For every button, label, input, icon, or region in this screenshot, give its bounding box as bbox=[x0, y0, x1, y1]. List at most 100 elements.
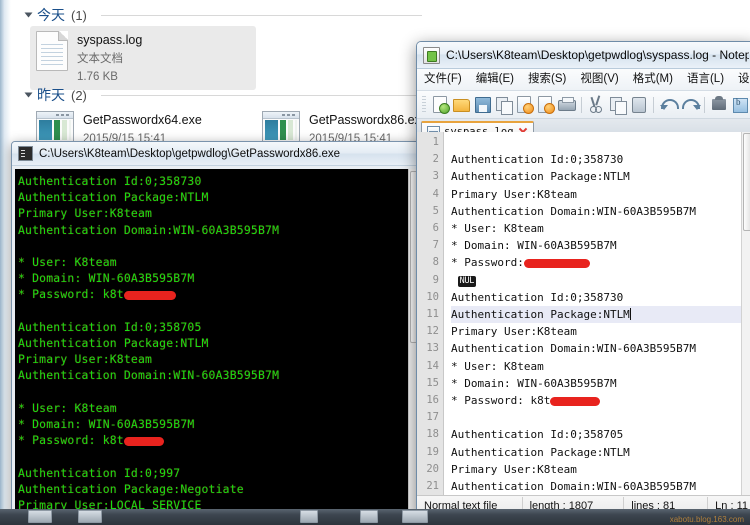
menu-edit[interactable]: 编辑(E) bbox=[469, 69, 521, 90]
open-file-icon[interactable] bbox=[452, 95, 471, 114]
notepad-toolbar[interactable] bbox=[417, 91, 750, 119]
group-title: 今天 bbox=[37, 7, 65, 23]
editor-line[interactable]: Authentication Package:NTLM bbox=[451, 306, 750, 324]
redaction-mark bbox=[123, 437, 164, 447]
line-number: 15 bbox=[426, 376, 439, 389]
line-number-gutter: 12345678910111213141516171819202122 bbox=[417, 132, 444, 495]
copy-icon[interactable] bbox=[608, 95, 627, 115]
editor-line[interactable]: Authentication Id:0;358730 bbox=[451, 151, 750, 168]
editor-line[interactable]: Authentication Domain:WIN-60A3B595B7M bbox=[451, 340, 750, 357]
application-exe-icon bbox=[262, 111, 300, 143]
chevron-down-icon[interactable] bbox=[24, 92, 33, 98]
group-divider bbox=[100, 14, 422, 16]
line-number: 7 bbox=[432, 239, 439, 252]
console-output-area[interactable]: Authentication Id:0;358730 Authentication… bbox=[15, 169, 422, 517]
toolbar-separator bbox=[704, 96, 705, 113]
list-item[interactable]: syspass.log 文本文档 1.76 KB bbox=[30, 26, 256, 90]
notepad-editor-area[interactable]: 12345678910111213141516171819202122 Auth… bbox=[417, 132, 750, 495]
menu-language[interactable]: 语言(L) bbox=[680, 69, 731, 90]
nul-control-char-marker: NUL bbox=[457, 275, 477, 287]
notepad-vertical-scrollbar[interactable] bbox=[741, 132, 750, 495]
menu-settings[interactable]: 设置( bbox=[731, 69, 750, 90]
cut-icon[interactable] bbox=[587, 95, 606, 114]
console-line: Primary User:K8team bbox=[18, 206, 153, 221]
editor-line[interactable]: * User: K8team bbox=[451, 358, 750, 375]
console-line: * Domain: WIN-60A3B595B7M bbox=[18, 271, 195, 286]
line-number: 9 bbox=[432, 273, 439, 286]
line-number: 18 bbox=[426, 428, 439, 441]
notepad-title-bar[interactable]: C:\Users\K8team\Desktop\getpwdlog\syspas… bbox=[417, 42, 750, 69]
editor-line[interactable]: Authentication Id:0;358705 bbox=[451, 426, 750, 443]
file-type: 文本文档 bbox=[77, 53, 123, 65]
windows-taskbar[interactable]: xabotu.blog.163.com bbox=[0, 509, 750, 525]
console-line: Authentication Id:0;358705 bbox=[18, 319, 202, 334]
taskbar-item[interactable] bbox=[402, 510, 428, 523]
editor-line[interactable]: Primary User:K8team bbox=[451, 186, 750, 203]
editor-line[interactable]: * Password: k8t bbox=[451, 392, 750, 409]
editor-line[interactable] bbox=[451, 134, 750, 151]
editor-line[interactable] bbox=[451, 409, 750, 426]
editor-line[interactable]: * User: K8team bbox=[451, 220, 750, 237]
taskbar-item[interactable] bbox=[360, 510, 378, 523]
close-file-icon[interactable] bbox=[515, 95, 534, 114]
editor-line[interactable]: Authentication Domain:WIN-60A3B595B7M bbox=[451, 203, 750, 220]
line-number: 12 bbox=[426, 325, 439, 338]
menu-search[interactable]: 搜索(S) bbox=[521, 69, 573, 90]
redo-icon[interactable] bbox=[680, 95, 701, 114]
close-all-files-icon[interactable] bbox=[536, 95, 555, 114]
notepad-title-text: C:\Users\K8team\Desktop\getpwdlog\syspas… bbox=[446, 48, 749, 62]
save-all-icon[interactable] bbox=[494, 95, 513, 115]
console-line: Authentication Domain:WIN-60A3B595B7M bbox=[18, 368, 280, 383]
menu-view[interactable]: 视图(V) bbox=[573, 69, 625, 90]
notepad-plus-plus-window[interactable]: C:\Users\K8team\Desktop\getpwdlog\syspas… bbox=[416, 41, 750, 518]
taskbar-item[interactable] bbox=[28, 510, 52, 523]
console-line: Authentication Id:0;997 bbox=[18, 465, 181, 480]
replace-icon[interactable] bbox=[731, 95, 750, 114]
line-number: 11 bbox=[426, 308, 439, 321]
find-icon[interactable] bbox=[710, 95, 729, 114]
notepad-text-content[interactable]: Authentication Id:0;358730 Authentication… bbox=[444, 132, 750, 495]
editor-line[interactable]: Authentication Id:0;358730 bbox=[451, 289, 750, 306]
line-number: 13 bbox=[426, 342, 439, 355]
menu-file[interactable]: 文件(F) bbox=[417, 69, 469, 90]
editor-line[interactable]: Primary User:K8team bbox=[451, 461, 750, 478]
editor-line[interactable]: NUL bbox=[451, 272, 750, 289]
file-name: GetPasswordx64.exe bbox=[83, 113, 202, 127]
taskbar-item[interactable] bbox=[300, 510, 318, 523]
console-window-icon bbox=[18, 146, 33, 161]
redaction-mark bbox=[550, 397, 601, 407]
undo-icon[interactable] bbox=[659, 95, 679, 114]
chevron-down-icon[interactable] bbox=[24, 12, 33, 18]
line-number: 21 bbox=[426, 480, 439, 493]
editor-line[interactable]: * Password: bbox=[451, 254, 750, 271]
editor-line[interactable]: * Domain: WIN-60A3B595B7M bbox=[451, 375, 750, 392]
print-icon[interactable] bbox=[557, 95, 576, 114]
notepad-scrollbar-thumb[interactable] bbox=[743, 133, 750, 231]
menu-format[interactable]: 格式(M) bbox=[626, 69, 680, 90]
editor-line[interactable]: Authentication Package:NTLM bbox=[451, 444, 750, 461]
toolbar-gripper[interactable] bbox=[422, 95, 426, 114]
line-number: 1 bbox=[432, 136, 439, 148]
command-prompt-window[interactable]: C:\Users\K8team\Desktop\getpwdlog\GetPas… bbox=[11, 141, 426, 518]
toolbar-separator bbox=[581, 96, 582, 113]
application-exe-icon bbox=[36, 111, 74, 143]
console-title-bar[interactable]: C:\Users\K8team\Desktop\getpwdlog\GetPas… bbox=[12, 142, 425, 166]
group-header-today[interactable]: 今天 (1) bbox=[24, 4, 434, 26]
console-line: Authentication Domain:WIN-60A3B595B7M bbox=[18, 222, 280, 237]
editor-line[interactable]: Primary User:K8team bbox=[451, 323, 750, 340]
paste-icon[interactable] bbox=[629, 95, 648, 114]
editor-line[interactable]: Authentication Package:NTLM bbox=[451, 168, 750, 185]
save-icon[interactable] bbox=[473, 95, 492, 114]
notepad-menu-bar[interactable]: 文件(F)编辑(E)搜索(S)视图(V)格式(M)语言(L)设置( bbox=[417, 69, 750, 91]
taskbar-item[interactable] bbox=[78, 510, 102, 523]
toolbar-separator bbox=[653, 96, 654, 113]
editor-line[interactable]: Authentication Domain:WIN-60A3B595B7M bbox=[451, 478, 750, 495]
group-header-yesterday[interactable]: 昨天 (2) bbox=[24, 84, 434, 106]
new-file-icon[interactable] bbox=[431, 95, 450, 114]
line-number: 20 bbox=[426, 462, 439, 475]
editor-line[interactable]: * Domain: WIN-60A3B595B7M bbox=[451, 237, 750, 254]
redaction-mark bbox=[523, 259, 590, 269]
console-line: Primary User:K8team bbox=[18, 352, 153, 367]
console-line: * User: K8team bbox=[18, 255, 117, 270]
